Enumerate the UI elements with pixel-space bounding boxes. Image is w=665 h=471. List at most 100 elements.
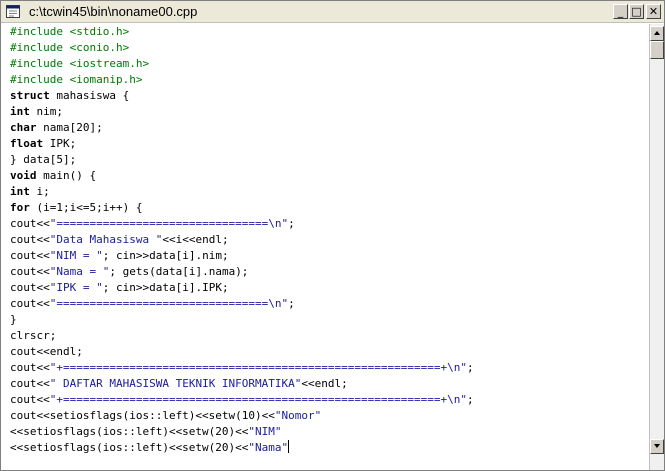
arrow-down-icon — [654, 444, 660, 448]
code-token-str: "+======================================… — [49, 361, 467, 374]
code-line[interactable]: void main() { — [10, 168, 474, 184]
code-line[interactable]: cout<<"IPK = "; cin>>data[i].IPK; — [10, 280, 474, 296]
code-token-plain: ; cin>>data[i].IPK; — [102, 281, 229, 294]
code-token-pre: #include <iomanip.h> — [10, 73, 143, 86]
code-line[interactable]: clrscr; — [10, 328, 474, 344]
code-token-plain: ; cin>>data[i].nim; — [102, 249, 229, 262]
code-line[interactable]: cout<<"================================\… — [10, 216, 474, 232]
code-line[interactable]: cout<<"+================================… — [10, 360, 474, 376]
code-line[interactable]: cout<<setiosflags(ios::left)<<setw(10)<<… — [10, 408, 474, 424]
code-token-str: "NIM" — [248, 425, 282, 438]
code-token-plain: <<i<<endl; — [162, 233, 229, 246]
code-line[interactable]: struct mahasiswa { — [10, 88, 474, 104]
code-token-plain: nim; — [29, 105, 63, 118]
code-token-str: "IPK = " — [49, 281, 103, 294]
code-token-plain: cout<< — [10, 281, 50, 294]
close-button[interactable]: ✕ — [646, 4, 661, 19]
code-line[interactable]: cout<<"================================\… — [10, 296, 474, 312]
code-line[interactable]: for (i=1;i<=5;i++) { — [10, 200, 474, 216]
code-token-str: "+======================================… — [49, 393, 467, 406]
code-line[interactable]: int i; — [10, 184, 474, 200]
vertical-scrollbar[interactable] — [649, 24, 664, 470]
code-token-plain: cout<< — [10, 361, 50, 374]
minimize-icon: _ — [617, 5, 624, 18]
code-token-plain: i; — [29, 185, 50, 198]
close-icon: ✕ — [648, 5, 659, 18]
code-line[interactable]: int nim; — [10, 104, 474, 120]
code-token-plain: clrscr; — [10, 329, 57, 342]
code-token-plain: mahasiswa { — [49, 89, 130, 102]
code-token-plain: cout<< — [10, 377, 50, 390]
maximize-button[interactable]: □ — [629, 4, 644, 19]
code-token-str: "NIM = " — [49, 249, 103, 262]
code-token-plain: cout<<setiosflags(ios::left)<<setw(10)<< — [10, 409, 275, 422]
code-token-plain: } data[5]; — [10, 153, 77, 166]
code-token-str: "Nama = " — [49, 265, 110, 278]
code-token-plain: cout<< — [10, 265, 50, 278]
code-line[interactable]: cout<<endl; — [10, 344, 474, 360]
scroll-thumb[interactable] — [650, 41, 664, 59]
code-token-plain: IPK; — [43, 137, 77, 150]
code-token-plain: cout<< — [10, 233, 50, 246]
code-token-plain: (i=1;i<=5;i++) { — [29, 201, 143, 214]
code-token-str: "Data Mahasiswa " — [49, 233, 163, 246]
code-token-str: "================================\n" — [49, 217, 289, 230]
title-bar[interactable]: c:\tcwin45\bin\noname00.cpp _ □ ✕ — [1, 1, 664, 23]
code-line[interactable]: cout<<"Nama = "; gets(data[i].nama); — [10, 264, 474, 280]
code-token-kw: struct — [10, 89, 50, 102]
code-token-pre: #include <stdio.h> — [10, 25, 130, 38]
code-token-plain: main() { — [36, 169, 97, 182]
code-token-plain: cout<< — [10, 217, 50, 230]
text-cursor — [288, 440, 290, 453]
minimize-button[interactable]: _ — [613, 4, 628, 19]
code-token-pre: #include <conio.h> — [10, 41, 130, 54]
code-line[interactable]: } — [10, 312, 474, 328]
code-line[interactable]: <<setiosflags(ios::left)<<setw(20)<<"Nam… — [10, 440, 474, 456]
code-line[interactable]: cout<<"NIM = "; cin>>data[i].nim; — [10, 248, 474, 264]
code-line[interactable]: cout<<"+================================… — [10, 392, 474, 408]
code-token-kw: char — [10, 121, 37, 134]
code-line[interactable]: #include <iostream.h> — [10, 56, 474, 72]
code-token-plain: ; gets(data[i].nama); — [109, 265, 249, 278]
code-token-plain: ; — [466, 361, 474, 374]
code-token-plain: ; — [288, 217, 295, 230]
code-token-str: "Nama" — [248, 441, 289, 454]
code-line[interactable]: } data[5]; — [10, 152, 474, 168]
code-token-kw: void — [10, 169, 37, 182]
code-editor[interactable]: #include <stdio.h> #include <conio.h> #inc… — [1, 24, 649, 470]
code-token-pre: #include <iostream.h> — [10, 57, 150, 70]
code-line[interactable]: #include <conio.h> — [10, 40, 474, 56]
code-token-plain: cout<< — [10, 393, 50, 406]
code-token-str: " DAFTAR MAHASISWA TEKNIK INFORMATIKA" — [49, 377, 302, 390]
code-token-plain: <<setiosflags(ios::left)<<setw(20)<< — [10, 425, 249, 438]
code-line[interactable]: cout<<" DAFTAR MAHASISWA TEKNIK INFORMAT… — [10, 376, 474, 392]
code-token-plain: <<setiosflags(ios::left)<<setw(20)<< — [10, 441, 249, 454]
code-token-plain: ; — [466, 393, 474, 406]
code-token-plain: } — [10, 313, 17, 326]
code-token-kw: for — [10, 201, 30, 214]
code-token-plain: ; — [288, 297, 295, 310]
code-line[interactable]: char nama[20]; — [10, 120, 474, 136]
code-line[interactable]: float IPK; — [10, 136, 474, 152]
code-token-kw: float — [10, 137, 44, 150]
arrow-up-icon — [654, 31, 660, 35]
code-line[interactable]: #include <iomanip.h> — [10, 72, 474, 88]
maximize-icon: □ — [631, 5, 642, 18]
code-token-plain: nama[20]; — [36, 121, 103, 134]
document-icon — [6, 5, 20, 18]
code-token-plain: cout<< — [10, 249, 50, 262]
editor-window: c:\tcwin45\bin\noname00.cpp _ □ ✕ #inclu… — [0, 0, 665, 471]
code-token-kw: int — [10, 185, 30, 198]
code-token-str: "================================\n" — [49, 297, 289, 310]
code-line[interactable]: #include <stdio.h> — [10, 24, 474, 40]
code-text[interactable]: #include <stdio.h> #include <conio.h> #inc… — [10, 24, 474, 456]
window-title: c:\tcwin45\bin\noname00.cpp — [29, 4, 198, 19]
code-line[interactable]: <<setiosflags(ios::left)<<setw(20)<<"NIM… — [10, 424, 474, 440]
code-token-plain: cout<<endl; — [10, 345, 83, 358]
code-token-plain: cout<< — [10, 297, 50, 310]
code-line[interactable]: cout<<"Data Mahasiswa "<<i<<endl; — [10, 232, 474, 248]
code-token-kw: int — [10, 105, 30, 118]
scroll-up-button[interactable] — [650, 26, 664, 41]
scroll-down-button[interactable] — [650, 439, 664, 454]
code-token-plain: <<endl; — [301, 377, 348, 390]
